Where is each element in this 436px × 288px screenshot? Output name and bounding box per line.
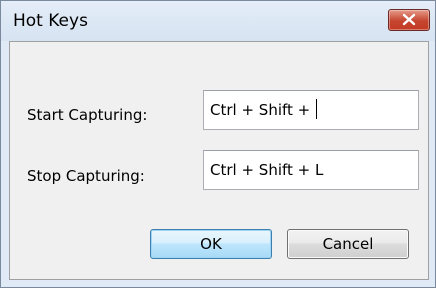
start-capturing-label: Start Capturing: (27, 106, 148, 124)
close-button[interactable] (388, 9, 430, 31)
start-capturing-field[interactable]: Ctrl + Shift + (203, 90, 419, 130)
start-capturing-value: Ctrl + Shift + (210, 101, 315, 119)
dialog-content: Start Capturing: Ctrl + Shift + Stop Cap… (9, 41, 429, 280)
title-bar[interactable]: Hot Keys (1, 1, 435, 41)
window-title: Hot Keys (13, 11, 88, 31)
hot-keys-dialog: Hot Keys Start Capturing: Ctrl + Shift +… (0, 0, 436, 288)
cancel-button[interactable]: Cancel (287, 229, 409, 259)
text-caret (316, 99, 317, 119)
stop-capturing-label: Stop Capturing: (27, 167, 145, 185)
close-icon (402, 13, 416, 26)
stop-capturing-field[interactable]: Ctrl + Shift + L (203, 150, 419, 190)
ok-button[interactable]: OK (150, 229, 272, 259)
stop-capturing-value: Ctrl + Shift + L (210, 161, 324, 179)
